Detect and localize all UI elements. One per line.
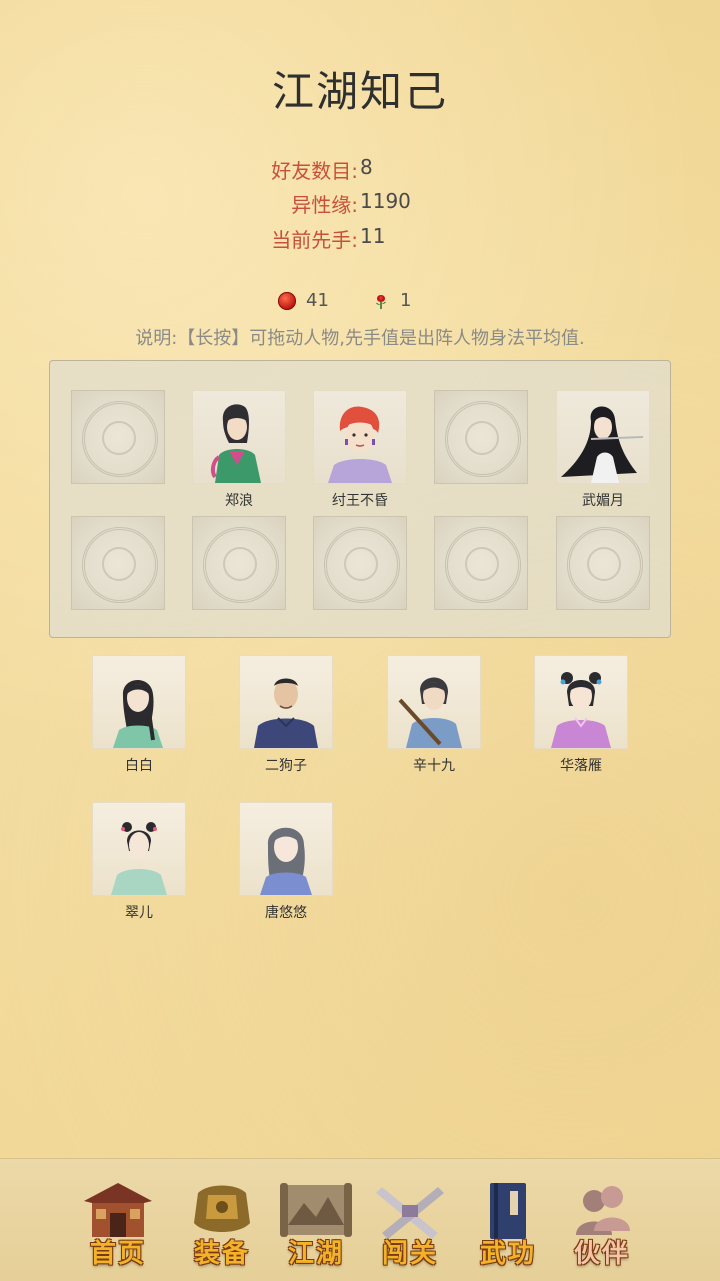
character-portrait — [92, 655, 186, 749]
stat-charm: 异性缘: 1190 — [0, 189, 720, 219]
gift-counter: 41 — [278, 290, 329, 311]
character-portrait — [239, 802, 333, 896]
bench-companion-baibai[interactable]: 白白 — [92, 655, 186, 775]
stat-initiative: 当前先手: 11 — [0, 224, 720, 254]
empty-slot-emblem-icon — [192, 516, 286, 610]
character-name: 二狗子 — [265, 758, 307, 774]
page-title: 江湖知己 — [271, 67, 448, 116]
nav-label: 闯关 — [381, 1239, 438, 1269]
stat-label: 好友数目: — [271, 159, 358, 183]
nav-martial-arts[interactable]: 武功 — [466, 1175, 550, 1271]
stat-friend-count: 好友数目: 8 — [0, 155, 720, 185]
bottom-nav: 首页 装备 江湖 闯关 武功 伙伴 — [0, 1158, 720, 1281]
resource-counters: 41 1 — [0, 290, 720, 316]
formation-slot-empty[interactable] — [434, 516, 528, 610]
nav-equipment[interactable]: 装备 — [180, 1175, 264, 1271]
empty-slot-emblem-icon — [556, 516, 650, 610]
gift-count: 41 — [306, 290, 329, 311]
empty-slot-emblem-icon — [71, 516, 165, 610]
bench-companion-xinshijiu[interactable]: 辛十九 — [387, 655, 481, 775]
empty-slot-emblem-icon — [434, 390, 528, 484]
character-portrait — [192, 390, 286, 484]
character-portrait — [313, 390, 407, 484]
character-name: 武媚月 — [582, 493, 624, 509]
instruction-note: 说明:【长按】可拖动人物,先手值是出阵人物身法平均值. — [135, 328, 585, 349]
empty-slot-emblem-icon — [434, 516, 528, 610]
rose-counter: 1 — [372, 290, 411, 311]
rose-count: 1 — [400, 290, 412, 311]
nav-label: 武功 — [479, 1239, 536, 1269]
formation-slot-empty[interactable] — [556, 516, 650, 610]
nav-label: 首页 — [89, 1239, 146, 1269]
nav-challenge[interactable]: 闯关 — [368, 1175, 452, 1271]
nav-label: 江湖 — [287, 1239, 344, 1269]
character-portrait — [387, 655, 481, 749]
stat-value: 1190 — [360, 189, 411, 213]
empty-slot-emblem-icon — [313, 516, 407, 610]
formation-slot-wumeiyue[interactable]: 武媚月 — [556, 390, 650, 509]
formation-slot-empty[interactable] — [192, 516, 286, 610]
formation-slot-empty[interactable] — [434, 390, 528, 484]
character-name: 华落雁 — [560, 758, 602, 774]
empty-slot-emblem-icon — [71, 390, 165, 484]
nav-jianghu[interactable]: 江湖 — [274, 1175, 358, 1271]
stat-label: 当前先手: — [271, 228, 358, 252]
character-portrait — [239, 655, 333, 749]
rose-icon — [372, 292, 390, 310]
stat-value: 11 — [360, 224, 386, 248]
stat-value: 8 — [360, 155, 373, 179]
formation-slot-empty[interactable] — [313, 516, 407, 610]
character-name: 翠儿 — [125, 905, 153, 921]
nav-label: 伙伴 — [573, 1239, 630, 1269]
red-gift-icon — [278, 291, 296, 310]
nav-label: 装备 — [193, 1239, 250, 1269]
formation-slot-empty[interactable] — [71, 516, 165, 610]
formation-slot-zhouwang[interactable]: 纣王不昏 — [313, 390, 407, 509]
formation-slot-zhenglang[interactable]: 郑浪 — [192, 390, 286, 509]
bench-companion-cuier[interactable]: 翠儿 — [92, 802, 186, 922]
character-portrait — [92, 802, 186, 896]
character-name: 纣王不昏 — [332, 493, 388, 509]
nav-partners[interactable]: 伙伴 — [560, 1175, 644, 1271]
formation-panel: 郑浪 纣王不昏 武媚月 — [49, 360, 671, 638]
bench-companion-hualuoyan[interactable]: 华落雁 — [534, 655, 628, 775]
character-name: 辛十九 — [413, 758, 455, 774]
character-portrait — [556, 390, 650, 484]
character-name: 白白 — [125, 758, 153, 774]
nav-home[interactable]: 首页 — [76, 1175, 160, 1271]
stat-label: 异性缘: — [291, 193, 358, 217]
bench-companion-ergouzi[interactable]: 二狗子 — [239, 655, 333, 775]
character-portrait — [534, 655, 628, 749]
character-name: 唐悠悠 — [265, 905, 307, 921]
bench-companion-tangyouyou[interactable]: 唐悠悠 — [239, 802, 333, 922]
character-name: 郑浪 — [225, 493, 253, 509]
formation-slot-empty[interactable] — [71, 390, 165, 484]
